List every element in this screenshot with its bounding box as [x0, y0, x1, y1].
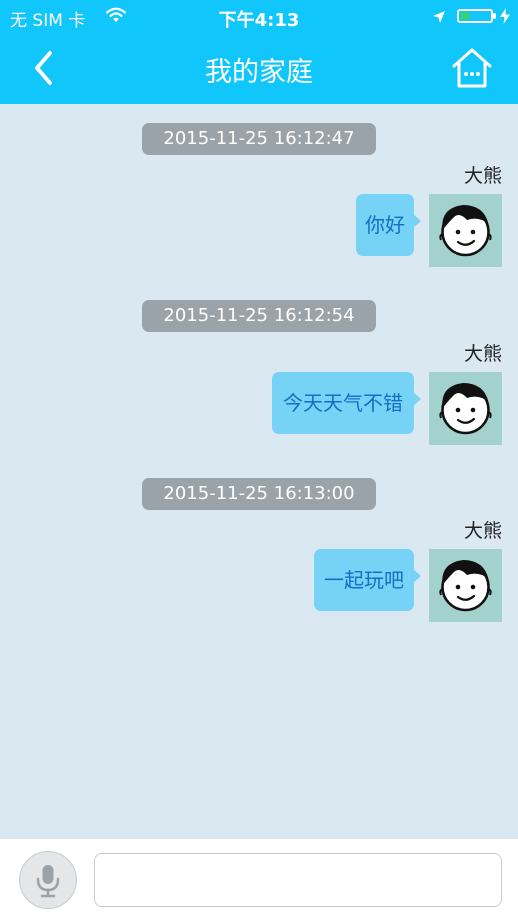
- message-bubble[interactable]: 一起玩吧: [314, 549, 421, 611]
- message-timestamp: 2015-11-25 16:13:00: [142, 478, 376, 510]
- charging-bolt-icon: [500, 8, 510, 28]
- page-title: 我的家庭: [205, 57, 313, 88]
- message-timestamp: 2015-11-25 16:12:54: [142, 300, 376, 332]
- message-bubble[interactable]: 你好: [356, 194, 421, 256]
- home-icon: [452, 48, 492, 88]
- sender-name: 大熊: [463, 343, 502, 365]
- avatar[interactable]: [429, 549, 502, 622]
- microphone-icon: [36, 865, 60, 898]
- battery-level-fill: [461, 13, 469, 19]
- sender-name: 大熊: [463, 165, 502, 187]
- home-button[interactable]: [450, 46, 494, 90]
- voice-button[interactable]: [19, 851, 77, 909]
- battery-icon: [457, 9, 493, 23]
- message-bubble[interactable]: 今天天气不错: [272, 372, 421, 434]
- message-timestamp: 2015-11-25 16:12:47: [142, 123, 376, 155]
- battery-cap: [493, 13, 496, 19]
- boy-face-icon: [439, 205, 492, 257]
- input-bar: [0, 838, 518, 921]
- boy-face-icon: [439, 383, 492, 435]
- message-input[interactable]: [94, 853, 502, 907]
- avatar[interactable]: [429, 194, 502, 267]
- location-arrow-icon: [432, 9, 446, 28]
- header-bar: 无 SIM 卡 下午4:13 我的家庭: [0, 0, 518, 104]
- sender-name: 大熊: [463, 520, 502, 542]
- boy-face-icon: [439, 560, 492, 612]
- avatar[interactable]: [429, 372, 502, 445]
- status-bar: 无 SIM 卡 下午4:13: [0, 0, 518, 34]
